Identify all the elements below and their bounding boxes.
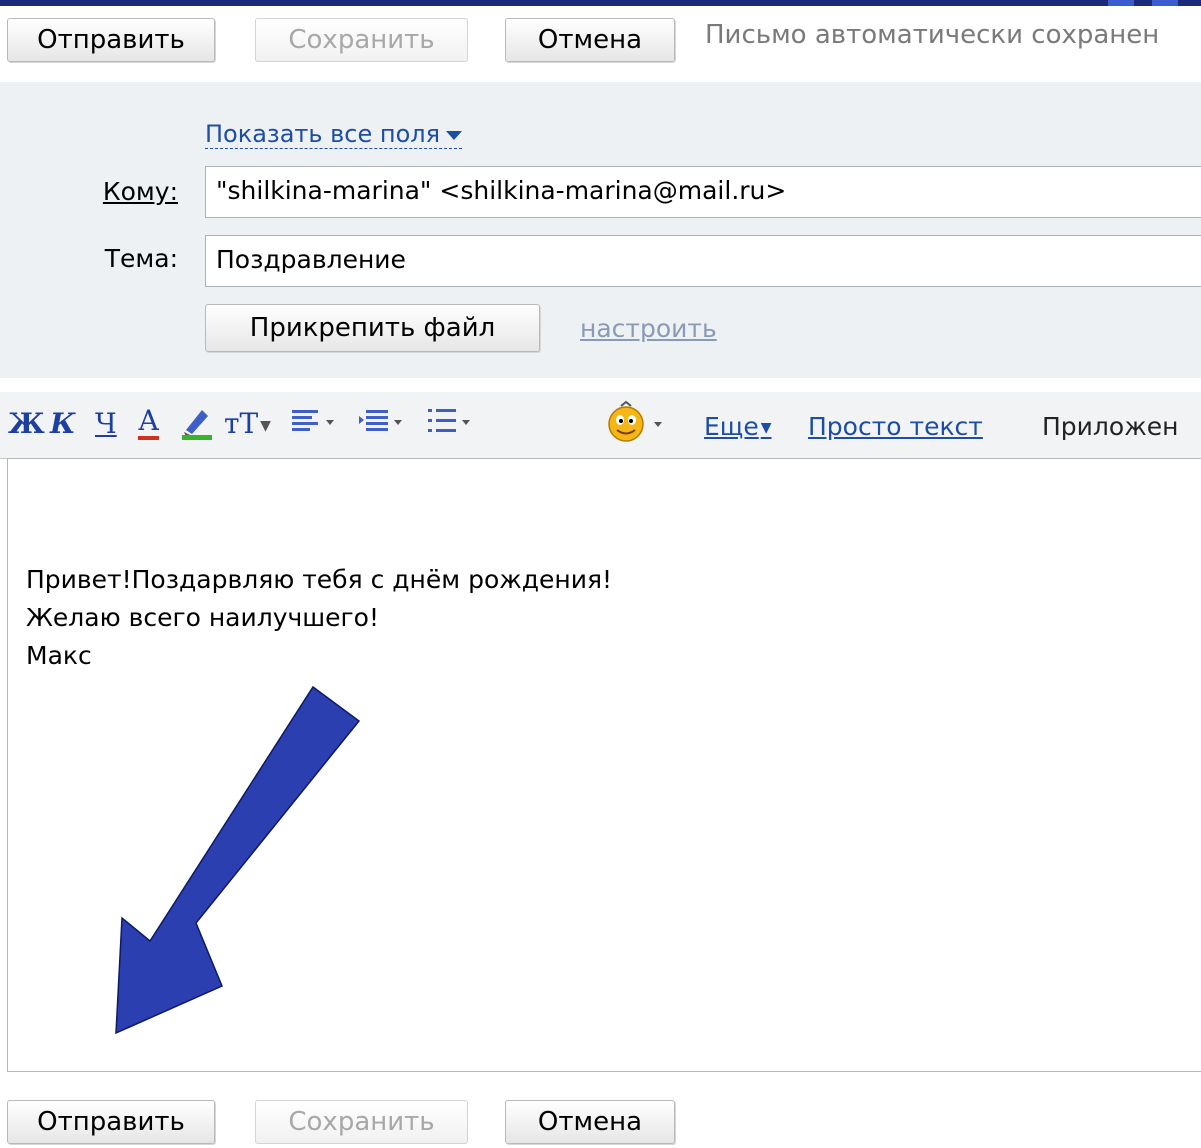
bold-button[interactable]: Ж xyxy=(8,406,45,442)
body-line: Макс xyxy=(26,641,92,670)
font-color-button[interactable]: А xyxy=(138,406,160,440)
underline-button[interactable]: Ч xyxy=(95,406,117,442)
list-icon[interactable] xyxy=(426,404,474,449)
body-line: Привет!Поздарвляю тебя с днём рождения! xyxy=(26,565,613,594)
cancel-button[interactable]: Отмена xyxy=(505,18,675,62)
smiley-icon[interactable] xyxy=(604,400,674,453)
italic-button[interactable]: К xyxy=(50,406,75,442)
save-button-bottom[interactable]: Сохранить xyxy=(255,1100,468,1144)
send-button-bottom[interactable]: Отправить xyxy=(7,1100,215,1144)
body-line: Желаю всего наилучшего! xyxy=(26,603,380,632)
align-icon[interactable] xyxy=(290,404,338,449)
dropdown-triangle-icon xyxy=(446,130,463,140)
save-button[interactable]: Сохранить xyxy=(255,18,468,62)
chevron-down-icon: ▼ xyxy=(260,417,271,434)
subject-field[interactable]: Поздравление xyxy=(205,235,1201,287)
cancel-button-bottom[interactable]: Отмена xyxy=(505,1100,675,1144)
show-all-fields-label: Показать все поля xyxy=(205,120,441,148)
compose-fields-panel: Показать все поля Кому: "shilkina-marina… xyxy=(0,82,1201,378)
window-control[interactable] xyxy=(1152,0,1178,6)
plain-text-link[interactable]: Просто текст xyxy=(808,412,983,441)
font-size-button[interactable]: тТ ▼ xyxy=(224,406,271,444)
show-all-fields-link[interactable]: Показать все поля xyxy=(205,120,463,149)
indent-icon[interactable] xyxy=(358,404,406,449)
subject-label: Тема: xyxy=(104,244,178,273)
more-label: Еще xyxy=(704,412,759,441)
autosave-status: Письмо автоматически сохранен xyxy=(705,20,1160,50)
highlighter-icon[interactable] xyxy=(180,404,214,449)
formatting-toolbar: Ж К Ч А тТ ▼ Еще ▼ Просто текст Приложен xyxy=(0,392,1201,459)
window-control[interactable] xyxy=(1108,0,1134,6)
to-label[interactable]: Кому: xyxy=(58,177,178,206)
font-size-label: тТ xyxy=(224,407,259,440)
send-button[interactable]: Отправить xyxy=(7,18,215,62)
chevron-down-icon: ▼ xyxy=(760,420,772,436)
configure-link[interactable]: настроить xyxy=(580,314,717,343)
attachments-label[interactable]: Приложен xyxy=(1042,412,1178,441)
message-body-editor[interactable]: Привет!Поздарвляю тебя с днём рождения! … xyxy=(7,458,1201,1072)
to-field[interactable]: "shilkina-marina" <shilkina-marina@mail.… xyxy=(205,166,1201,218)
more-dropdown[interactable]: Еще ▼ xyxy=(704,412,772,441)
window-top-bar xyxy=(0,0,1201,6)
attach-file-button[interactable]: Прикрепить файл xyxy=(205,304,540,352)
